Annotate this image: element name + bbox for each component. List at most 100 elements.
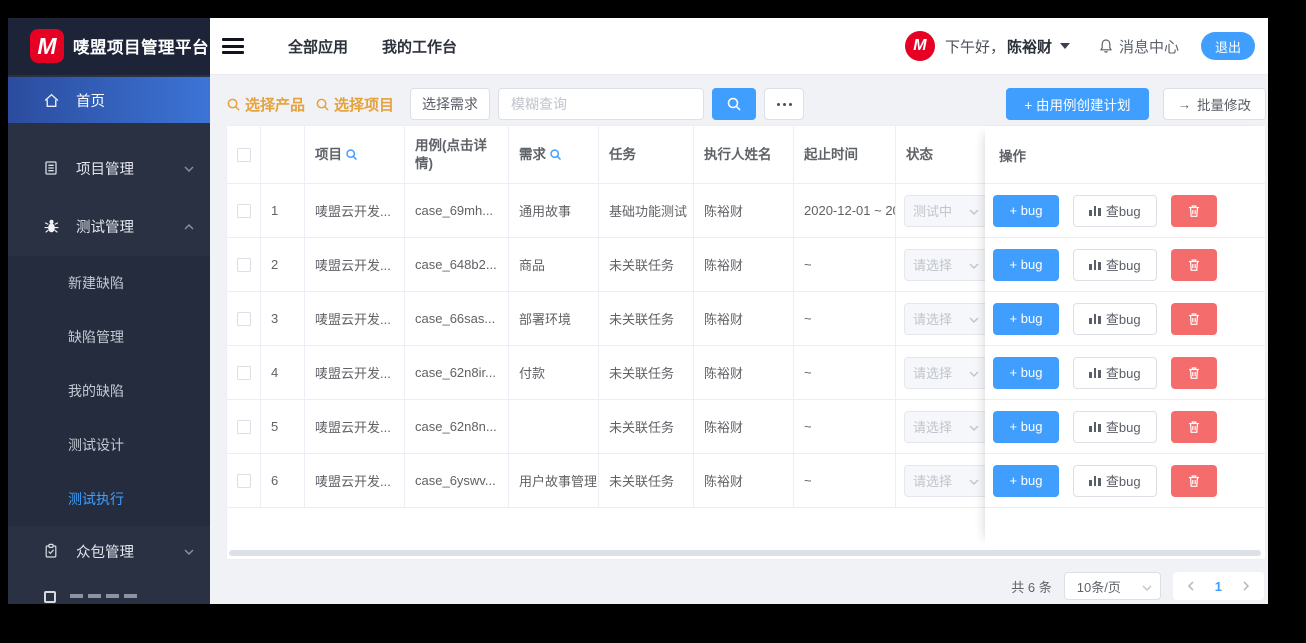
row-checkbox[interactable] [236,311,251,326]
nav-all-apps[interactable]: 全部应用 [288,36,348,57]
sidebar-item-project-mgmt[interactable]: 项目管理 [8,140,210,196]
cell-task: 基础功能测试 [599,184,694,237]
sidebar-item-defect-mgmt[interactable]: 缺陷管理 [8,310,210,364]
add-bug-button[interactable]: + bug [993,410,1059,443]
select-project-link[interactable]: 选择项目 [315,94,394,115]
batch-edit-button[interactable]: → 批量修改 [1162,88,1266,120]
user-avatar[interactable]: M [904,31,935,61]
submenu-label: 测试执行 [68,491,124,507]
logout-button[interactable]: 退出 [1201,32,1255,60]
select-requirement-button[interactable]: 选择需求 [410,88,491,120]
row-checkbox[interactable] [236,365,251,380]
view-bug-button[interactable]: 查bug [1073,464,1157,497]
delete-button[interactable] [1171,356,1217,389]
status-value: 测试中 [913,204,953,219]
delete-button[interactable] [1171,464,1217,497]
cell-task: 未关联任务 [599,346,694,399]
sidebar-item-home[interactable]: 首页 [8,77,210,123]
header-actions: 操作 [985,126,1265,184]
chevron-down-icon [969,473,979,488]
row-checkbox[interactable] [236,257,251,272]
select-product-label: 选择产品 [245,96,306,114]
sidebar-item-my-defects[interactable]: 我的缺陷 [8,364,210,418]
search-icon[interactable] [345,148,358,161]
next-page-button[interactable] [1232,581,1260,591]
view-bug-button[interactable]: 查bug [1073,356,1157,389]
cell-usecase[interactable]: case_62n8ir... [405,346,509,399]
sidebar-item-crowd-mgmt[interactable]: 众包管理 [8,526,210,576]
cell-usecase[interactable]: case_66sas... [405,292,509,345]
page-size-value: 10条/页 [1076,579,1121,595]
add-bug-button[interactable]: + bug [993,302,1059,335]
status-select[interactable]: 请选择 [904,410,988,443]
fuzzy-search-input[interactable] [498,88,705,120]
status-select[interactable]: 请选择 [904,356,988,389]
cell-usecase[interactable]: case_648b2... [405,238,509,291]
row-checkbox[interactable] [236,419,251,434]
message-center[interactable]: 消息中心 [1098,36,1179,57]
sidebar-item-label: 众包管理 [76,544,134,561]
delete-button[interactable] [1171,248,1217,281]
main-content: 选择产品 选择项目 选择需求 + 由用例创建计划 [210,75,1268,604]
prev-page-button[interactable] [1177,581,1205,591]
cell-executor: 陈裕财 [694,346,794,399]
add-bug-button[interactable]: + bug [993,356,1059,389]
create-plan-button[interactable]: + 由用例创建计划 [1006,88,1149,120]
nav-my-workbench[interactable]: 我的工作台 [382,36,457,57]
header-requirement: 需求 [509,126,599,183]
row-actions: + bug 查bug [985,346,1265,400]
delete-button[interactable] [1171,302,1217,335]
status-select[interactable]: 请选择 [904,248,988,281]
page-size-select[interactable]: 10条/页 [1063,572,1161,600]
cell-usecase[interactable]: case_62n8n... [405,400,509,453]
view-bug-button[interactable]: 查bug [1073,248,1157,281]
sidebar-item-new-defect[interactable]: 新建缺陷 [8,256,210,310]
app-window: M 唛盟项目管理平台 全部应用 我的工作台 M 下午好， 陈裕财 消息中心 退出… [8,18,1268,604]
view-bug-label: 查bug [1105,312,1141,327]
user-greeting[interactable]: 下午好， 陈裕财 [945,36,1070,57]
sidebar-item-test-mgmt[interactable]: 测试管理 [8,196,210,256]
sidebar-item-partial[interactable] [8,591,210,604]
cell-task: 未关联任务 [599,454,694,507]
cell-dates: ~ [794,454,896,507]
view-bug-button[interactable]: 查bug [1073,410,1157,443]
add-bug-button[interactable]: + bug [993,194,1059,227]
cell-requirement: 付款 [509,346,599,399]
select-all-checkbox[interactable] [236,147,251,162]
sidebar-item-test-design[interactable]: 测试设计 [8,418,210,472]
delete-button[interactable] [1171,194,1217,227]
cell-usecase[interactable]: case_69mh... [405,184,509,237]
greeting-text: 下午好， [944,38,1005,56]
more-options-button[interactable] [764,88,805,120]
brand-logo-icon: M [30,29,64,63]
row-checkbox[interactable] [236,203,251,218]
status-select[interactable]: 请选择 [904,302,988,335]
select-project-label: 选择项目 [334,96,395,114]
search-button[interactable] [712,88,757,120]
cell-project: 唛盟云开发... [305,238,405,291]
submenu-label: 测试设计 [68,437,124,453]
status-select[interactable]: 请选择 [904,464,988,497]
add-bug-button[interactable]: + bug [993,464,1059,497]
bar-chart-icon [1089,205,1101,216]
view-bug-button[interactable]: 查bug [1073,302,1157,335]
delete-button[interactable] [1171,410,1217,443]
row-checkbox[interactable] [236,473,251,488]
submenu-label: 我的缺陷 [68,383,124,399]
status-select[interactable]: 测试中 [904,194,988,227]
page-number[interactable]: 1 [1205,579,1232,594]
search-icon[interactable] [549,148,562,161]
select-product-link[interactable]: 选择产品 [226,94,305,115]
view-bug-button[interactable]: 查bug [1073,194,1157,227]
horizontal-scrollbar[interactable] [229,550,1261,556]
cell-usecase[interactable]: case_6yswv... [405,454,509,507]
cell-requirement: 通用故事 [509,184,599,237]
sidebar-item-test-execution[interactable]: 测试执行 [8,472,210,526]
hamburger-menu-icon[interactable] [222,29,256,63]
view-bug-label: 查bug [1105,474,1141,489]
chevron-right-icon [1243,581,1250,591]
trash-icon [1189,312,1199,325]
search-icon [227,98,240,110]
cell-executor: 陈裕财 [694,238,794,291]
add-bug-button[interactable]: + bug [993,248,1059,281]
